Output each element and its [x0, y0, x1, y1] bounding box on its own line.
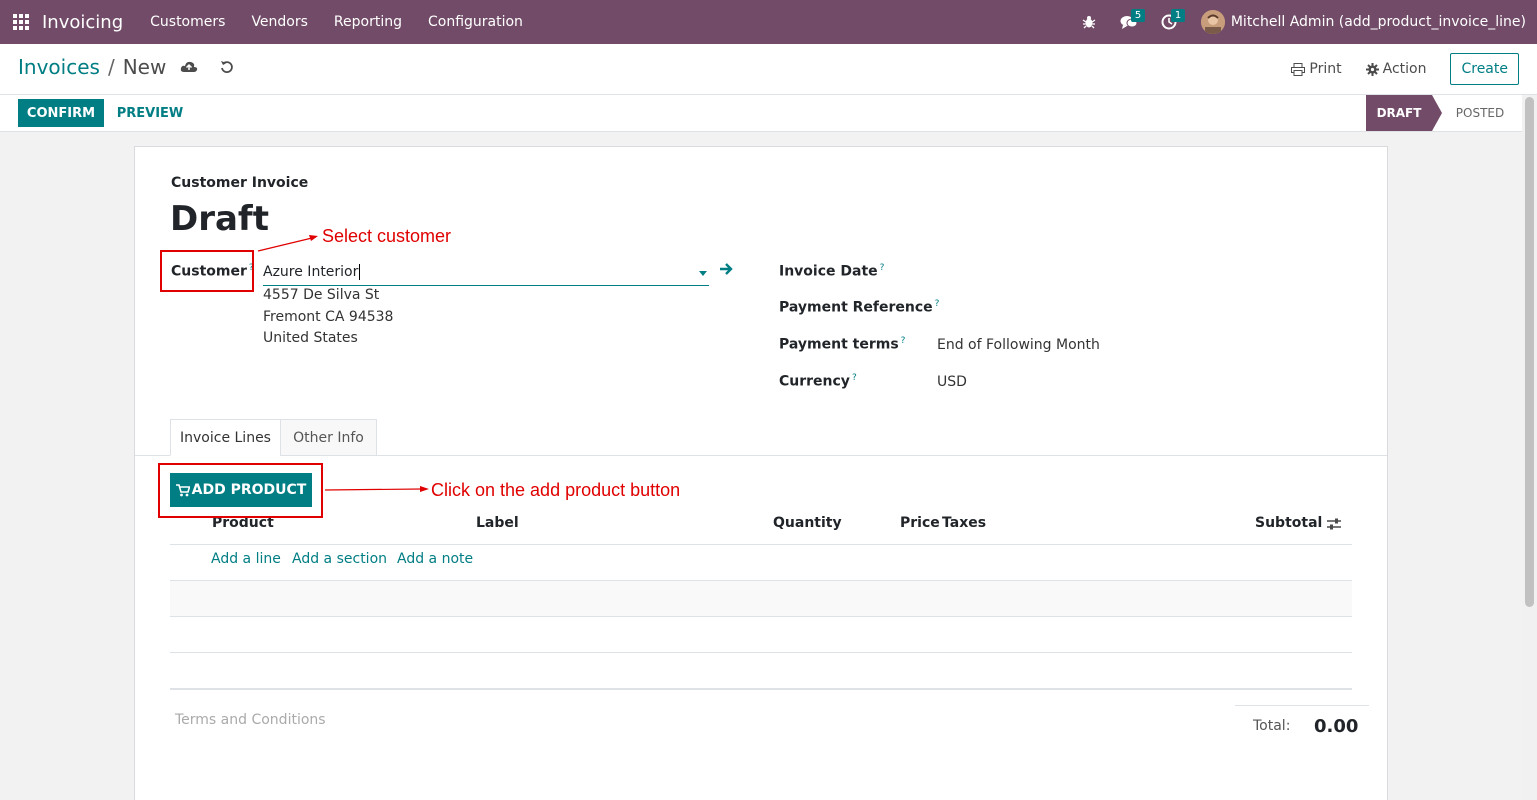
messages-icon[interactable]: 5 — [1109, 0, 1149, 44]
arrow-right-icon[interactable] — [719, 263, 733, 279]
invoice-state-title: Draft — [170, 199, 269, 239]
breadcrumb-invoices[interactable]: Invoices — [18, 55, 100, 79]
cloud-save-icon[interactable] — [180, 60, 198, 74]
page-scrollbar[interactable] — [1522, 95, 1537, 800]
menu-vendors[interactable]: Vendors — [238, 14, 320, 30]
preview-button[interactable]: PREVIEW — [108, 99, 192, 127]
col-taxes[interactable]: Taxes — [942, 515, 986, 531]
activities-badge: 1 — [1170, 9, 1186, 22]
annotation-box-add-product — [158, 463, 323, 518]
bug-icon[interactable] — [1069, 0, 1109, 44]
customer-address-street: 4557 De Silva St — [263, 287, 380, 303]
menu-configuration[interactable]: Configuration — [415, 14, 536, 30]
annotation-select-customer: Select customer — [322, 226, 452, 246]
customer-input[interactable]: Azure Interior — [263, 261, 709, 286]
menu-customers[interactable]: Customers — [137, 14, 238, 30]
chevron-down-icon[interactable] — [699, 271, 707, 276]
add-line-link[interactable]: Add a line — [211, 551, 281, 567]
breadcrumb-separator: / — [107, 55, 115, 79]
col-quantity[interactable]: Quantity — [773, 515, 842, 531]
breadcrumb-current: New — [122, 55, 167, 79]
tab-other-info[interactable]: Other Info — [280, 419, 377, 456]
stage-draft[interactable]: DRAFT — [1366, 95, 1432, 131]
top-navbar: Invoicing Customers Vendors Reporting Co… — [0, 0, 1537, 44]
terms-conditions-field[interactable]: Terms and Conditions — [175, 712, 326, 728]
currency-field[interactable]: USD — [937, 374, 967, 390]
print-label: Print — [1309, 61, 1342, 77]
action-button[interactable]: Action — [1365, 61, 1427, 77]
optional-columns-icon[interactable] — [1326, 517, 1342, 535]
confirm-button[interactable]: CONFIRM — [18, 99, 104, 127]
total-value: 0.00 — [1314, 716, 1359, 737]
col-label[interactable]: Label — [476, 515, 519, 531]
messages-badge: 5 — [1130, 9, 1146, 22]
action-label: Action — [1382, 61, 1427, 77]
payment-terms-label: Payment terms? — [779, 336, 906, 353]
invoice-date-label: Invoice Date? — [779, 263, 885, 280]
col-price[interactable]: Price — [900, 515, 940, 531]
user-menu[interactable]: Mitchell Admin (add_product_invoice_line… — [1231, 14, 1526, 30]
table-row — [170, 652, 1352, 653]
table-row — [170, 616, 1352, 617]
add-note-link[interactable]: Add a note — [397, 551, 473, 567]
stage-arrow — [1432, 95, 1442, 131]
col-subtotal[interactable]: Subtotal — [1255, 515, 1322, 531]
customer-address-country: United States — [263, 330, 358, 346]
notebook-tabs: Invoice Lines Other Info — [135, 419, 1387, 456]
total-divider — [1235, 705, 1369, 706]
menu-reporting[interactable]: Reporting — [321, 14, 415, 30]
tab-invoice-lines[interactable]: Invoice Lines — [170, 419, 281, 456]
currency-label: Currency? — [779, 373, 857, 390]
stage-posted[interactable]: POSTED — [1446, 95, 1514, 131]
table-footer-border — [170, 688, 1352, 690]
apps-menu-icon[interactable] — [0, 0, 42, 44]
print-icon — [1291, 62, 1306, 76]
annotation-box-customer — [160, 250, 254, 292]
app-name[interactable]: Invoicing — [42, 12, 123, 33]
customer-value: Azure Interior — [263, 264, 359, 280]
print-button[interactable]: Print — [1291, 61, 1342, 77]
form-statusbar: CONFIRM PREVIEW DRAFT POSTED — [0, 95, 1522, 132]
gear-icon — [1365, 62, 1379, 76]
invoice-kind: Customer Invoice — [171, 175, 309, 191]
table-header-border — [170, 544, 1352, 545]
table-row — [170, 581, 1352, 617]
scrollbar-thumb[interactable] — [1525, 97, 1534, 607]
payment-reference-label: Payment Reference? — [779, 299, 940, 316]
payment-terms-field[interactable]: End of Following Month — [937, 337, 1100, 353]
control-panel: Invoices / New Print Action Create — [0, 44, 1537, 95]
customer-address-city: Fremont CA 94538 — [263, 309, 394, 325]
breadcrumb: Invoices / New — [18, 55, 234, 79]
annotation-click-add-product: Click on the add product button — [431, 480, 681, 500]
activities-clock-icon[interactable]: 1 — [1149, 0, 1189, 44]
discard-undo-icon[interactable] — [220, 60, 234, 74]
user-avatar[interactable] — [1200, 10, 1225, 34]
add-section-link[interactable]: Add a section — [292, 551, 387, 567]
create-button[interactable]: Create — [1450, 53, 1519, 85]
total-label: Total: — [1253, 718, 1291, 734]
